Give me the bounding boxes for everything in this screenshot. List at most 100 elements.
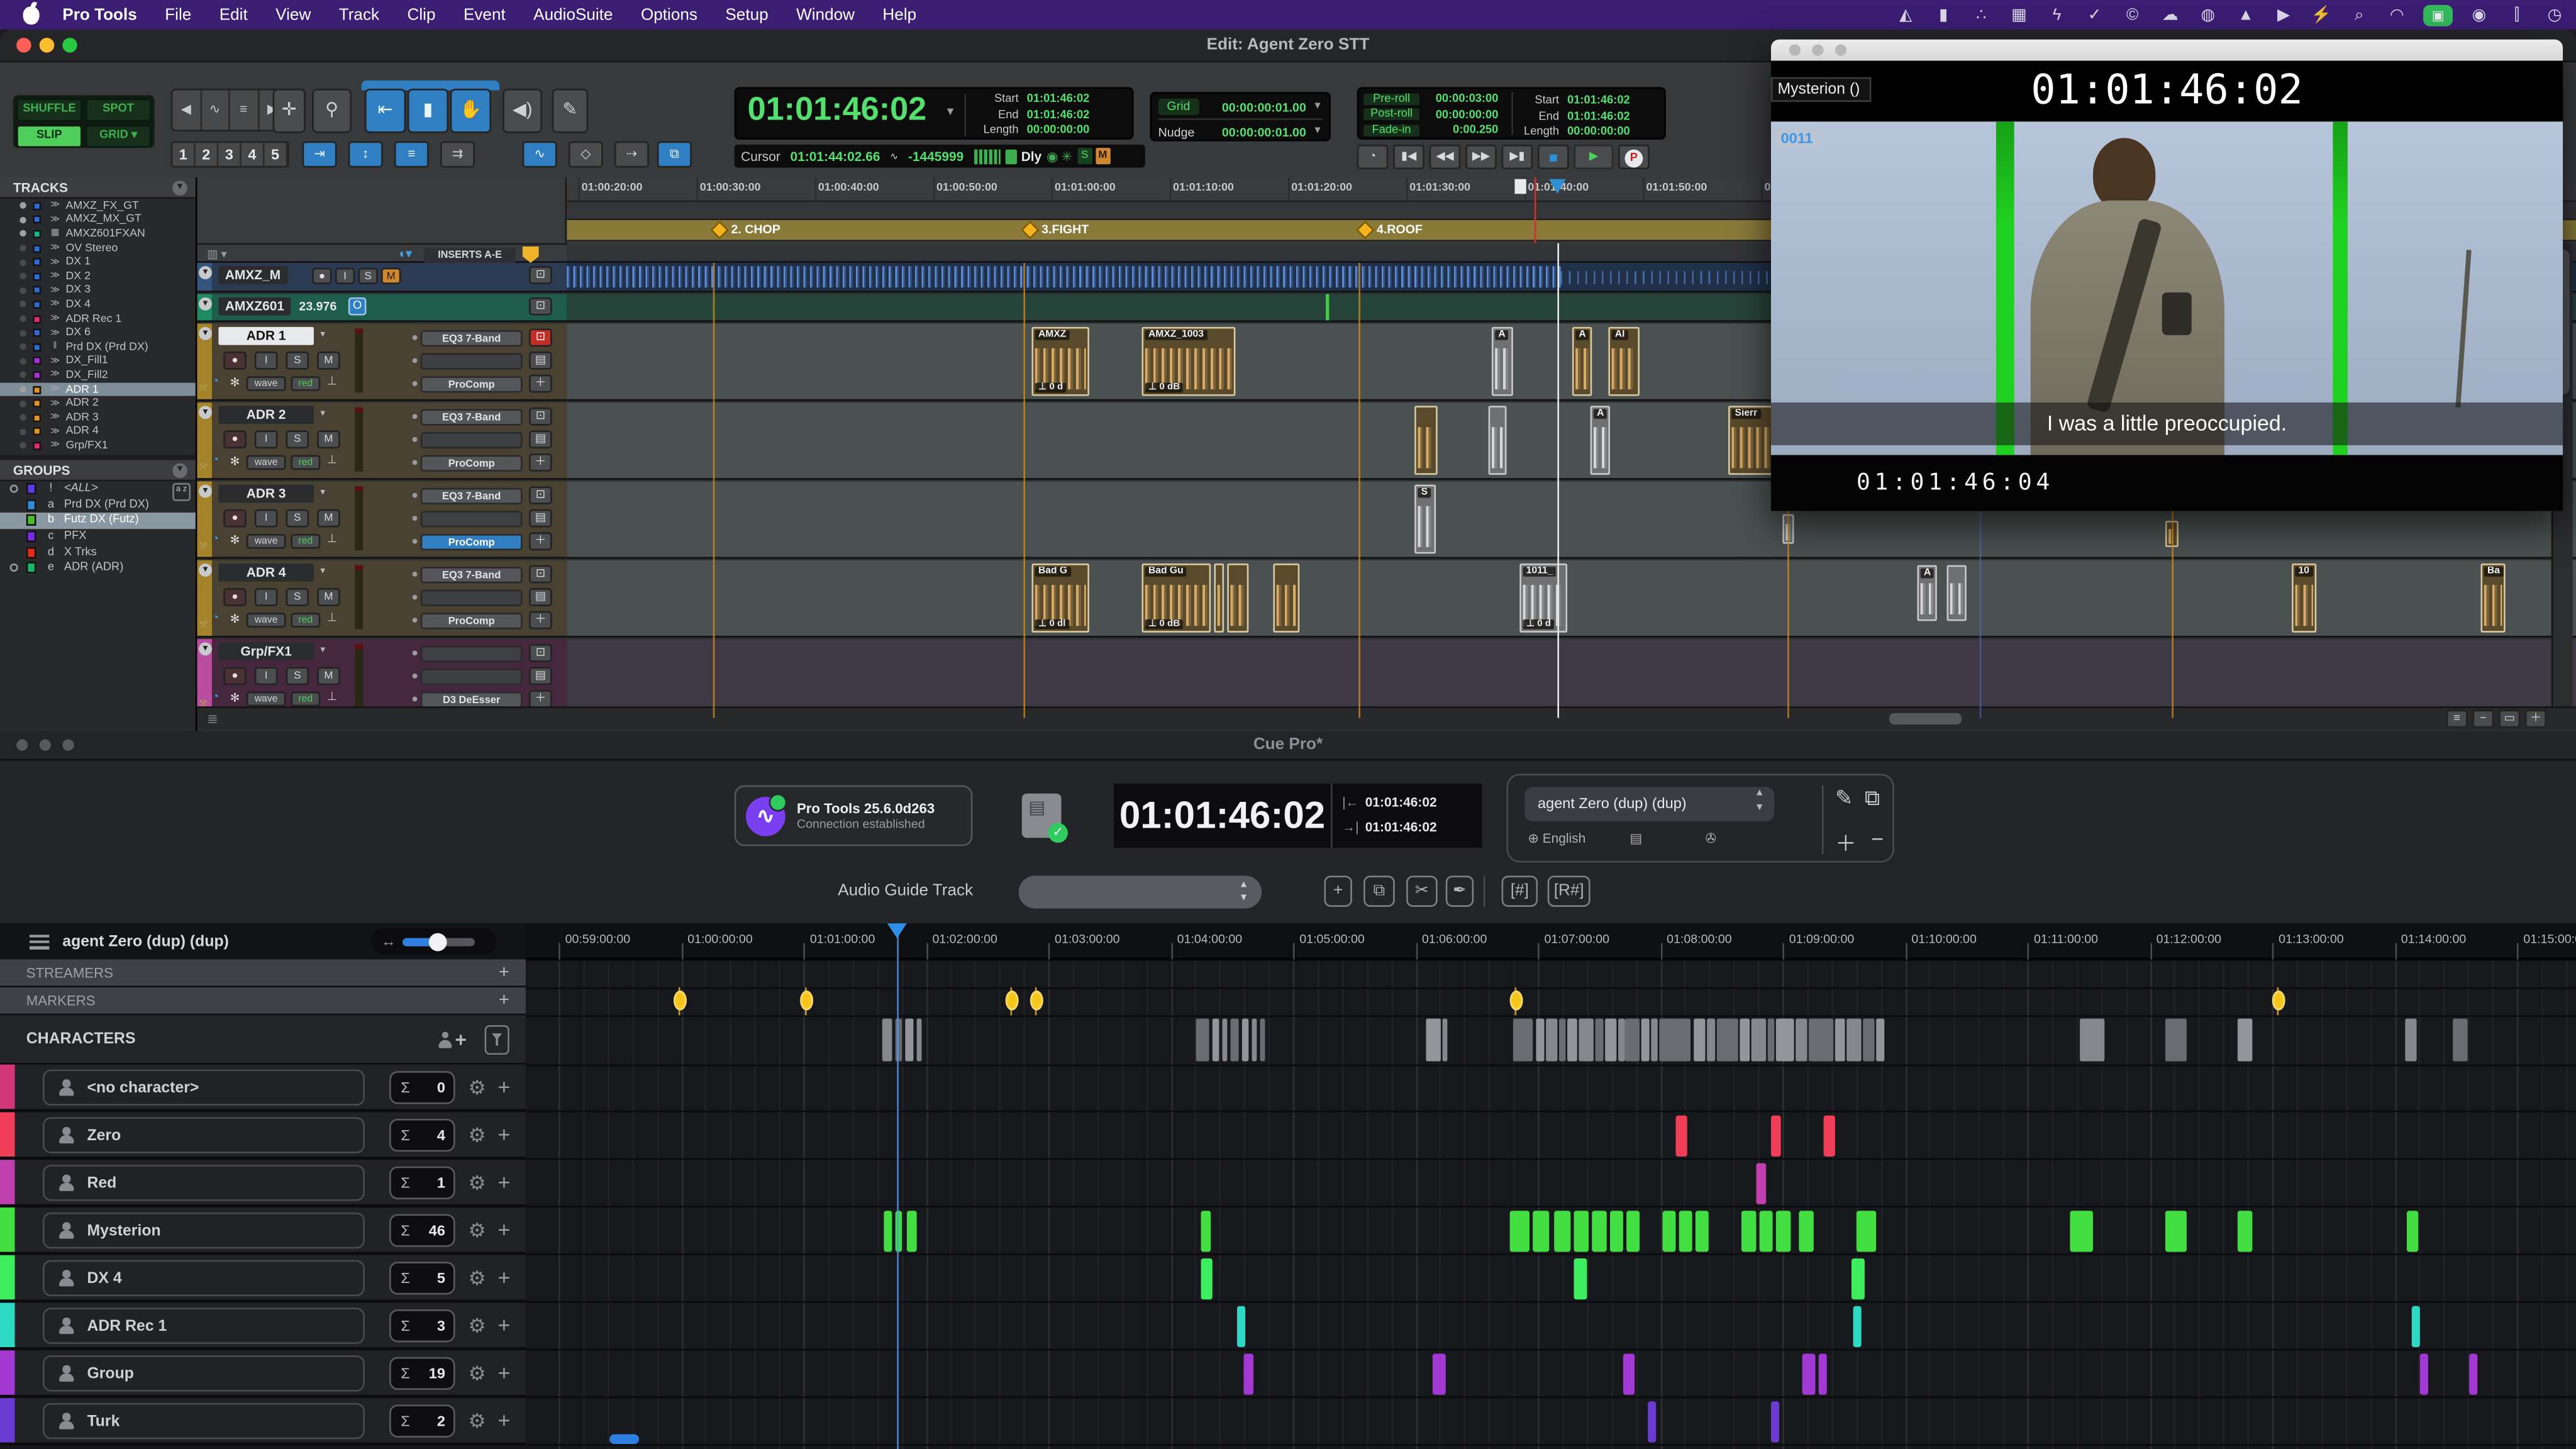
grid-label[interactable]: Grid [1158,99,1199,115]
insert-slot-1[interactable]: EQ3 7-Band [421,567,523,583]
insert-slot-3[interactable]: D3 DeEsser [421,692,523,708]
name-dd-icon[interactable]: ▼ [319,646,327,656]
zoom-tool-0[interactable]: ≡ [2446,709,2468,728]
character-count[interactable]: Σ5 [389,1262,455,1294]
menu-audiosuite[interactable]: AudioSuite [533,6,613,24]
character-count[interactable]: Σ19 [389,1357,455,1390]
track-btn-I[interactable]: I [255,352,278,370]
zoom-preset-5[interactable]: 5 [265,143,288,166]
cue-clip-mysterion[interactable] [1574,1211,1589,1252]
collapse-icon[interactable]: ▼ [199,564,212,577]
playhead-arrow-icon[interactable] [1549,179,1565,194]
collapse-icon[interactable]: ▼ [199,266,212,279]
track-lane-adr-4[interactable]: Bad G⊥ 0 dlBad Gu⊥ 0 dB1011_⊥ 0 dA10Ba [567,560,2576,638]
sidebar-track-adr-1[interactable]: ≫ADR 1 [0,382,196,396]
character-row-dx-4[interactable]: DX 4Σ5⚙+ [0,1255,526,1303]
track-btn-M[interactable]: M [317,667,340,686]
track-btn-S[interactable]: S [286,352,309,370]
audio-clip[interactable] [1414,406,1438,475]
insert-slot-3[interactable]: ProComp [421,613,523,629]
asterisk-icon[interactable]: ✻ [230,455,240,469]
track-btn-M[interactable]: M [317,509,340,528]
go-to-end-button[interactable]: ▶▮ [1502,145,1533,169]
sidebar-track-adr-2[interactable]: ≫ADR 2 [0,396,196,410]
link-toggle-0[interactable]: ∿ [523,142,557,168]
audio-guide-dropdown[interactable]: ▲▼ [1019,875,1262,908]
scene-marker-2-CHOP[interactable]: 2. CHOP [713,222,780,237]
waveform-view-icon[interactable]: ◖▾ [397,247,412,262]
character-name-box[interactable]: Zero [43,1117,365,1153]
track-btn-S[interactable]: S [286,588,309,606]
rewind-button[interactable]: ◀◀ [1430,145,1461,169]
zoom-tool-1[interactable]: − [2472,709,2494,728]
cue-grid[interactable]: 00:59:00:0001:00:00:0001:01:00:0001:02:0… [526,923,2576,1449]
color-red-button[interactable]: red [291,692,320,707]
zoomer-tool[interactable]: ⚲ [312,89,352,133]
track-name[interactable]: ADR 4 [218,564,314,582]
cue-playhead-icon[interactable] [887,923,907,938]
audio-clip-amxz-1003[interactable]: AMXZ_1003⊥ 0 dB [1142,327,1236,396]
online-button[interactable]: ◔ [1357,145,1389,169]
automation-icon[interactable]: ◔ [212,376,219,387]
name-dd-icon[interactable]: ▼ [319,488,327,498]
track-name[interactable]: Grp/FX1 [218,642,314,660]
cue-clip-adr-rec-1[interactable] [1853,1306,1862,1347]
audio-clip-bad-gu[interactable]: Bad Gu⊥ 0 dB [1142,564,1211,633]
battery-icon[interactable]: ⚡ [2310,6,2333,24]
main-counter-value[interactable]: 01:01:46:02 [748,92,927,130]
collapse-icon[interactable]: ▼ [199,406,212,419]
cue-clip-mysterion[interactable] [2165,1211,2187,1252]
audio-clip[interactable] [1489,406,1507,475]
clock-icon[interactable]: ◷ [2543,6,2567,24]
audio-clip-sierr[interactable]: Sierr [1728,406,1774,475]
gear-icon[interactable]: ⚙ [468,1172,486,1195]
horizontal-scrollbar-thumb[interactable] [1889,713,1962,724]
characters-section[interactable]: CHARACTERS + [0,1015,526,1064]
record-button[interactable]: P [1618,145,1650,169]
remove-session-button[interactable]: − [1871,826,1884,851]
add-cue-button[interactable]: + [498,1170,511,1194]
notification-icon[interactable]: ◉ [2468,6,2491,24]
cue-clip-mysterion[interactable] [2238,1211,2253,1252]
record-tag-button[interactable]: [R#] [1548,875,1591,907]
edit-toggle-0[interactable]: ⇥ [303,142,337,168]
zoom-tool-2[interactable]: ▭ [2499,709,2520,728]
insert-slot-3[interactable]: ProComp [421,455,523,472]
track-window-button[interactable]: ⊡ [529,408,552,426]
group-c[interactable]: cPFX [0,529,196,545]
add-cue-button[interactable]: + [498,1218,511,1242]
gear-icon[interactable]: ⚙ [468,1124,486,1147]
menu-view[interactable]: View [275,6,311,24]
track-btn-M[interactable]: M [317,352,340,370]
gear-icon[interactable]: ⚙ [468,1409,486,1433]
apple-menu-icon[interactable] [23,6,40,24]
cue-marker-icon[interactable] [1006,991,1019,1010]
character-name-box[interactable]: <no character> [43,1070,365,1106]
character-name-box[interactable]: DX 4 [43,1260,365,1296]
character-row-adr-rec-1[interactable]: ADR Rec 1Σ3⚙+ [0,1303,526,1351]
gear-icon[interactable]: ⚙ [468,1267,486,1290]
menu-help[interactable]: Help [882,6,916,24]
track-btn-S[interactable]: S [286,509,309,528]
adobe-cc-icon[interactable]: ◭ [1894,6,1918,24]
sidebar-track-adr-3[interactable]: ≫ADR 3 [0,411,196,425]
cue-clip-mysterion[interactable] [1663,1211,1676,1252]
play-button[interactable]: ▶ [1574,145,1614,169]
link-toggle-3[interactable]: ⧉ [657,142,692,168]
zoom-preset-1[interactable]: 1 [172,143,196,166]
automation-icon[interactable]: ◔ [212,534,219,545]
audio-clip-ba[interactable]: Ba [2480,564,2505,633]
cue-clip-mysterion[interactable] [907,1211,917,1252]
groups-panel-header[interactable]: GROUPS▼ [0,460,196,481]
sidebar-track-prd-dx-prd-dx-[interactable]: ‖Prd DX (Prd DX) [0,340,196,354]
mode-grid[interactable]: GRID ▾ [86,125,151,148]
track-btn-●[interactable]: ● [223,430,247,448]
add-cue-button[interactable]: + [498,1313,511,1337]
sidebar-track-amxz601fxan[interactable]: ▦AMXZ601FXAN [0,227,196,241]
track-btn-I[interactable]: I [255,667,278,686]
menu-edit[interactable]: Edit [219,6,248,24]
gear-icon[interactable]: ⚙ [468,1076,486,1099]
gear-icon[interactable]: ⚙ [468,1362,486,1385]
cue-clip-group[interactable] [1802,1353,1816,1394]
menu-setup[interactable]: Setup [725,6,768,24]
